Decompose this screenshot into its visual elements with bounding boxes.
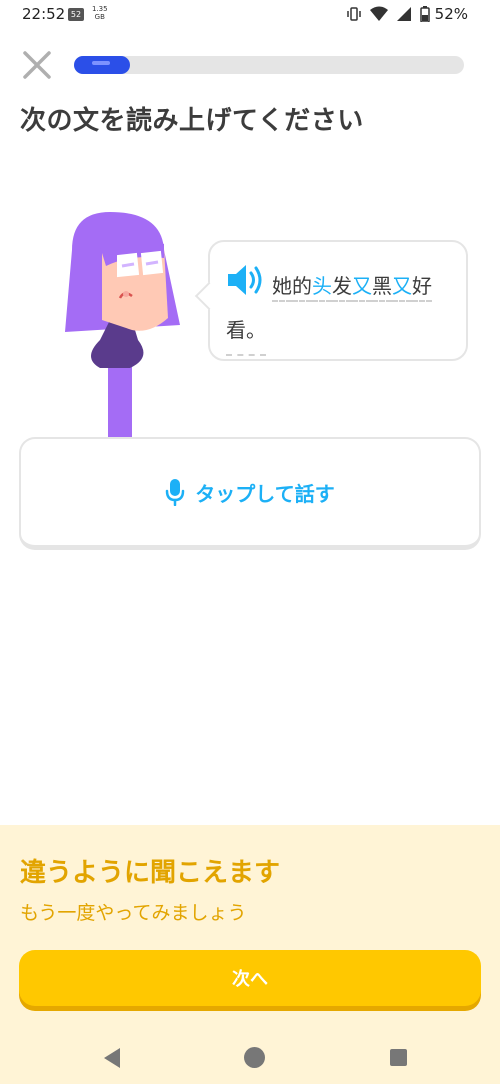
play-audio-button[interactable] bbox=[226, 262, 266, 298]
status-bar: 22:52 52 1.35 GB 52% bbox=[0, 0, 500, 30]
character-illustration bbox=[60, 210, 190, 440]
notification-badge: 52 bbox=[68, 8, 84, 21]
system-icons bbox=[346, 6, 430, 22]
status-time: 22:52 bbox=[22, 5, 66, 23]
sentence-word[interactable]: 发 bbox=[332, 274, 352, 302]
wifi-icon bbox=[370, 6, 388, 21]
nav-recent-apps-icon[interactable] bbox=[390, 1049, 407, 1066]
data-usage-value: 1.35 bbox=[92, 5, 108, 13]
battery-percent: 52% bbox=[434, 5, 468, 23]
sentence-word[interactable]: 她 bbox=[272, 274, 292, 302]
data-usage: 1.35 GB bbox=[92, 5, 108, 21]
sentence-word-highlighted[interactable]: 头 bbox=[312, 274, 332, 302]
feedback-subtitle: もう一度やってみましょう bbox=[20, 902, 247, 924]
speaker-icon bbox=[228, 265, 262, 295]
microphone-icon bbox=[166, 479, 185, 506]
signal-icon bbox=[397, 7, 411, 21]
battery-icon bbox=[420, 6, 430, 22]
feedback-panel: 違うように聞こえます もう一度やってみましょう 次へ bbox=[0, 825, 500, 1084]
nav-home-icon[interactable] bbox=[244, 1047, 265, 1068]
close-button[interactable] bbox=[20, 48, 54, 82]
sentence-word[interactable]: 的 bbox=[292, 274, 312, 302]
next-button-label: 次へ bbox=[232, 969, 268, 990]
next-button[interactable]: 次へ bbox=[19, 950, 481, 1006]
tap-to-speak-label: タップして話す bbox=[195, 481, 335, 506]
lesson-progress-bar bbox=[74, 56, 464, 74]
tap-to-speak-button[interactable]: タップして話す bbox=[19, 437, 481, 550]
page-title: 次の文を読み上げてください bbox=[20, 106, 364, 136]
nav-back-icon[interactable] bbox=[102, 1047, 122, 1069]
sentence-word-highlighted[interactable]: 又 bbox=[352, 274, 372, 302]
bubble-tail bbox=[194, 281, 224, 311]
feedback-title: 違うように聞こえます bbox=[20, 858, 281, 888]
progress-shine bbox=[92, 61, 110, 65]
speech-bubble: 她的头发又黑又好 看。 bbox=[194, 240, 468, 361]
sentence-word-line2[interactable]: 看。 bbox=[226, 308, 266, 356]
sentence-word[interactable]: 好 bbox=[412, 274, 432, 302]
vibrate-icon bbox=[347, 7, 361, 21]
data-usage-unit: GB bbox=[94, 13, 105, 21]
sentence-word-highlighted[interactable]: 又 bbox=[392, 274, 412, 302]
sentence-word[interactable]: 黑 bbox=[372, 274, 392, 302]
progress-fill bbox=[74, 56, 131, 74]
sentence-text: 她的头发又黑又好 看。 bbox=[226, 264, 458, 356]
close-icon bbox=[23, 51, 51, 79]
